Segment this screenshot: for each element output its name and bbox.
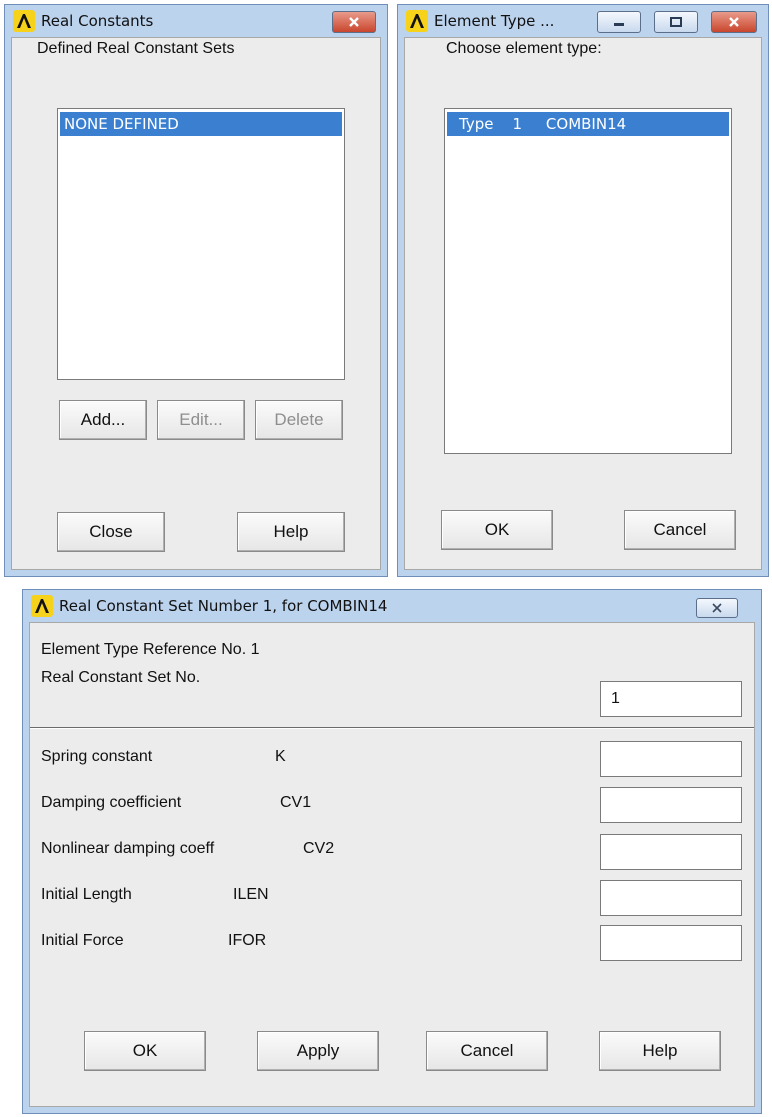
real-constant-set-window: Real Constant Set Number 1, for COMBIN14…	[22, 589, 762, 1114]
field-code: K	[275, 748, 286, 765]
close-button[interactable]	[711, 11, 757, 33]
window-title: Real Constants	[41, 12, 154, 30]
field-label: Damping coefficient	[41, 794, 182, 811]
help-button[interactable]: Help	[237, 512, 345, 552]
ok-button[interactable]: OK	[84, 1031, 206, 1071]
separator	[30, 727, 754, 729]
restore-icon	[670, 17, 682, 27]
help-button[interactable]: Help	[599, 1031, 721, 1071]
close-button[interactable]	[696, 598, 738, 618]
field-label: Nonlinear damping coeff	[41, 840, 215, 857]
spring-constant-field[interactable]	[600, 741, 742, 777]
field-code: ILEN	[233, 886, 269, 903]
cancel-button[interactable]: Cancel	[426, 1031, 548, 1071]
ok-button[interactable]: OK	[441, 510, 553, 550]
close-icon	[729, 17, 739, 27]
edit-button[interactable]: Edit...	[157, 400, 245, 440]
real-constants-window: Real Constants Defined Real Constant Set…	[4, 4, 388, 577]
damping-coefficient-field[interactable]	[600, 787, 742, 823]
list-item[interactable]: Type 1 COMBIN14	[447, 112, 729, 136]
initial-force-field[interactable]	[600, 925, 742, 961]
window-title: Real Constant Set Number 1, for COMBIN14	[59, 597, 388, 615]
list-item[interactable]: NONE DEFINED	[60, 112, 342, 136]
close-button[interactable]	[332, 11, 376, 33]
minimize-button[interactable]	[597, 11, 641, 33]
minimize-icon	[614, 23, 624, 26]
element-type-list[interactable]: Type 1 COMBIN14	[444, 108, 732, 454]
real-constants-titlebar[interactable]: Real Constants	[5, 5, 387, 37]
close-icon	[349, 17, 359, 27]
ansys-logo-icon	[406, 10, 428, 32]
nonlinear-damping-field[interactable]	[600, 834, 742, 870]
field-label: Initial Force	[41, 932, 124, 949]
delete-button[interactable]: Delete	[255, 400, 343, 440]
field-code: IFOR	[228, 932, 267, 949]
real-constant-sets-list[interactable]: NONE DEFINED	[57, 108, 345, 380]
field-code: CV1	[280, 794, 312, 811]
field-code: CV2	[303, 840, 335, 857]
close-icon	[712, 603, 722, 613]
list-label: Choose element type:	[446, 40, 602, 57]
element-type-reference: Element Type Reference No. 1	[41, 641, 260, 658]
ansys-logo-icon	[13, 10, 35, 32]
add-button[interactable]: Add...	[59, 400, 147, 440]
list-label: Defined Real Constant Sets	[37, 40, 235, 57]
cancel-button[interactable]: Cancel	[624, 510, 736, 550]
initial-length-field[interactable]	[600, 880, 742, 916]
set-no-label: Real Constant Set No.	[41, 669, 201, 686]
close-dialog-button[interactable]: Close	[57, 512, 165, 552]
field-label: Spring constant	[41, 748, 153, 765]
restore-button[interactable]	[654, 11, 698, 33]
ansys-logo-icon	[31, 595, 53, 617]
real-constant-set-titlebar[interactable]: Real Constant Set Number 1, for COMBIN14	[23, 590, 761, 622]
real-constants-client: Defined Real Constant Sets NONE DEFINED …	[11, 37, 381, 570]
field-label: Initial Length	[41, 886, 132, 903]
window-title: Element Type ...	[434, 12, 555, 30]
set-no-field[interactable]: 1	[600, 681, 742, 717]
apply-button[interactable]: Apply	[257, 1031, 379, 1071]
real-constant-set-client: Element Type Reference No. 1 Real Consta…	[29, 622, 755, 1107]
element-type-client: Choose element type: Type 1 COMBIN14 OK …	[404, 37, 762, 570]
element-type-window: Element Type ... Choose element type: Ty…	[397, 4, 769, 577]
